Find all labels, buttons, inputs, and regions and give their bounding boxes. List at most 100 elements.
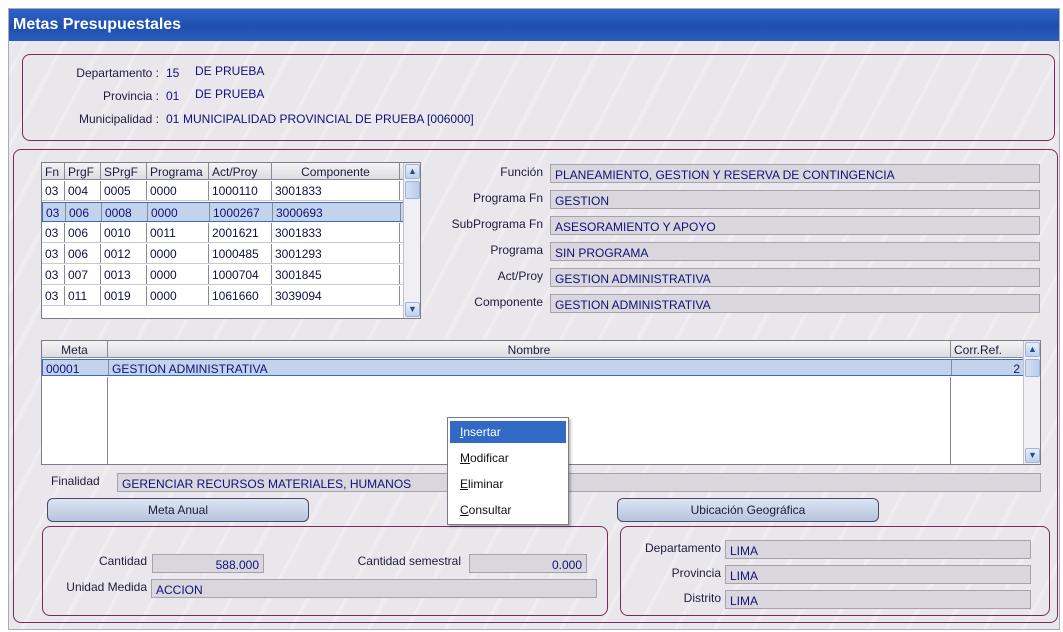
prgf-cell: 006: [65, 223, 101, 242]
function-grid-row[interactable]: 03 011 0019 0000 1061660 3039094: [42, 286, 405, 306]
col-sprgf[interactable]: SPrgF: [101, 163, 147, 179]
subprograma-fn-field: ASESORAMIENTO Y APOYO: [550, 216, 1040, 235]
col-corr-ref[interactable]: Corr.Ref.: [951, 341, 1025, 357]
municipalidad-code: 01: [166, 112, 180, 126]
programa-cell: 0000: [147, 286, 209, 305]
programa-fn-label: Programa Fn: [472, 191, 543, 205]
actproy-field: GESTION ADMINISTRATIVA: [550, 268, 1040, 287]
col-componente[interactable]: Componente: [272, 163, 400, 179]
menu-item-consultar[interactable]: Consultar: [450, 499, 566, 521]
cantidad-semestral-field: 0.000: [469, 554, 587, 573]
actproy-cell: 1000485: [209, 244, 272, 263]
cantidad-semestral-value: 0.000: [551, 558, 582, 572]
departamento-code: 15: [166, 66, 180, 80]
col-meta[interactable]: Meta: [42, 341, 108, 357]
meta-cell: 00001: [43, 360, 109, 375]
actproy-cell: 1061660: [209, 286, 272, 305]
chevron-down-icon[interactable]: ▼: [405, 302, 420, 317]
fn-cell: 03: [42, 265, 65, 284]
componente-cell: 3001833: [272, 223, 400, 242]
departamento-label: Departamento :: [76, 66, 159, 80]
menu-item-modificar[interactable]: Modificar: [450, 447, 566, 469]
menu-label: liminar: [468, 477, 504, 491]
col-actproy[interactable]: Act/Proy: [209, 163, 272, 179]
prgf-cell: 006: [65, 244, 101, 263]
function-grid-row[interactable]: 03 007 0013 0000 1000704 3001845: [42, 265, 405, 285]
cantidad-value: 588.000: [215, 558, 259, 572]
departamento-name: DE PRUEBA: [195, 64, 265, 78]
menu-item-eliminar[interactable]: Eliminar: [450, 473, 566, 495]
menu-label: nsertar: [463, 425, 501, 439]
actproy-cell: 1000704: [209, 265, 272, 284]
meta-anual-button[interactable]: Meta Anual: [47, 498, 309, 522]
programa-field: SIN PROGRAMA: [550, 242, 1040, 261]
chevron-up-icon[interactable]: ▲: [405, 164, 420, 179]
actproy-label: Act/Proy: [497, 269, 543, 283]
col-programa[interactable]: Programa: [147, 163, 209, 179]
componente-field: GESTION ADMINISTRATIVA: [550, 294, 1040, 313]
meta-col-divider: [950, 377, 951, 464]
programa-cell: 0000: [147, 265, 209, 284]
unidad-medida-field: ACCION: [151, 579, 597, 598]
menu-label: onsultar: [468, 503, 512, 517]
menu-label: odificar: [470, 451, 509, 465]
fn-cell: 03: [42, 181, 65, 200]
componente-cell: 3039094: [272, 286, 400, 305]
function-grid-scrollbar[interactable]: ▲ ▼: [403, 163, 420, 318]
chevron-down-icon[interactable]: ▼: [1025, 448, 1040, 463]
menu-mnemonic: E: [460, 477, 469, 491]
sprgf-cell: 0005: [101, 181, 147, 200]
programa-cell: 0011: [147, 223, 209, 242]
function-grid-row[interactable]: 03 004 0005 0000 1000110 3001833: [42, 181, 405, 201]
municipalidad-name: MUNICIPALIDAD PROVINCIAL DE PRUEBA [0060…: [183, 112, 474, 126]
municipalidad-label: Municipalidad :: [78, 112, 159, 126]
col-nombre[interactable]: Nombre: [108, 341, 951, 357]
sprgf-cell: 0012: [101, 244, 147, 263]
function-grid-row[interactable]: 03 006 0008 0000 1000267 3000693: [42, 202, 405, 222]
meta-grid-scrollbar[interactable]: ▲ ▼: [1023, 341, 1040, 464]
componente-cell: 3000693: [273, 203, 401, 221]
componente-cell: 3001845: [272, 265, 400, 284]
nombre-cell: GESTION ADMINISTRATIVA: [109, 360, 952, 375]
meta-row[interactable]: 00001 GESTION ADMINISTRATIVA 2: [42, 359, 1025, 376]
function-grid[interactable]: Fn PrgF SPrgF Programa Act/Proy Componen…: [41, 162, 421, 319]
cantidad-semestral-label: Cantidad semestral: [357, 554, 461, 568]
programa-cell: 0000: [148, 203, 210, 221]
prgf-cell: 007: [65, 265, 101, 284]
function-grid-row[interactable]: 03 006 0010 0011 2001621 3001833: [42, 223, 405, 243]
distrito-ubic-field: LIMA: [725, 590, 1031, 609]
componente-label: Componente: [474, 295, 543, 309]
sprgf-cell: 0010: [101, 223, 147, 242]
fn-cell: 03: [42, 286, 65, 305]
ubicacion-geografica-button[interactable]: Ubicación Geográfica: [617, 498, 879, 522]
scroll-thumb[interactable]: [1025, 359, 1040, 377]
sprgf-cell: 0013: [101, 265, 147, 284]
corr-ref-cell: 2: [952, 360, 1024, 375]
chevron-up-icon[interactable]: ▲: [1025, 342, 1040, 357]
meta-grid-header: Meta Nombre Corr.Ref.: [42, 341, 1025, 358]
prgf-cell: 006: [66, 203, 102, 221]
actproy-cell: 2001621: [209, 223, 272, 242]
function-grid-row[interactable]: 03 006 0012 0000 1000485 3001293: [42, 244, 405, 264]
meta-col-divider: [107, 377, 108, 464]
provincia-label: Provincia :: [102, 89, 159, 103]
actproy-cell: 1000110: [209, 181, 272, 200]
subprograma-fn-label: SubPrograma Fn: [451, 217, 543, 231]
scroll-thumb[interactable]: [405, 181, 420, 199]
departamento-ubic-field: LIMA: [725, 540, 1031, 559]
context-menu: Insertar Modificar Eliminar Consultar: [447, 417, 569, 525]
sprgf-cell: 0008: [102, 203, 148, 221]
sprgf-cell: 0019: [101, 286, 147, 305]
funcion-label: Función: [500, 165, 543, 179]
provincia-code: 01: [166, 89, 180, 103]
window-title: Metas Presupuestales: [9, 9, 1059, 41]
provincia-ubic-field: LIMA: [725, 565, 1031, 584]
metas-presupuestales-window: Metas Presupuestales Departamento : 15 D…: [8, 8, 1060, 630]
menu-item-insertar[interactable]: Insertar: [450, 421, 566, 443]
col-prgf[interactable]: PrgF: [65, 163, 101, 179]
finalidad-label: Finalidad: [51, 474, 100, 488]
fn-cell: 03: [43, 203, 66, 221]
col-fn[interactable]: Fn: [42, 163, 65, 179]
menu-mnemonic: M: [460, 451, 470, 465]
programa-label: Programa: [490, 243, 543, 257]
